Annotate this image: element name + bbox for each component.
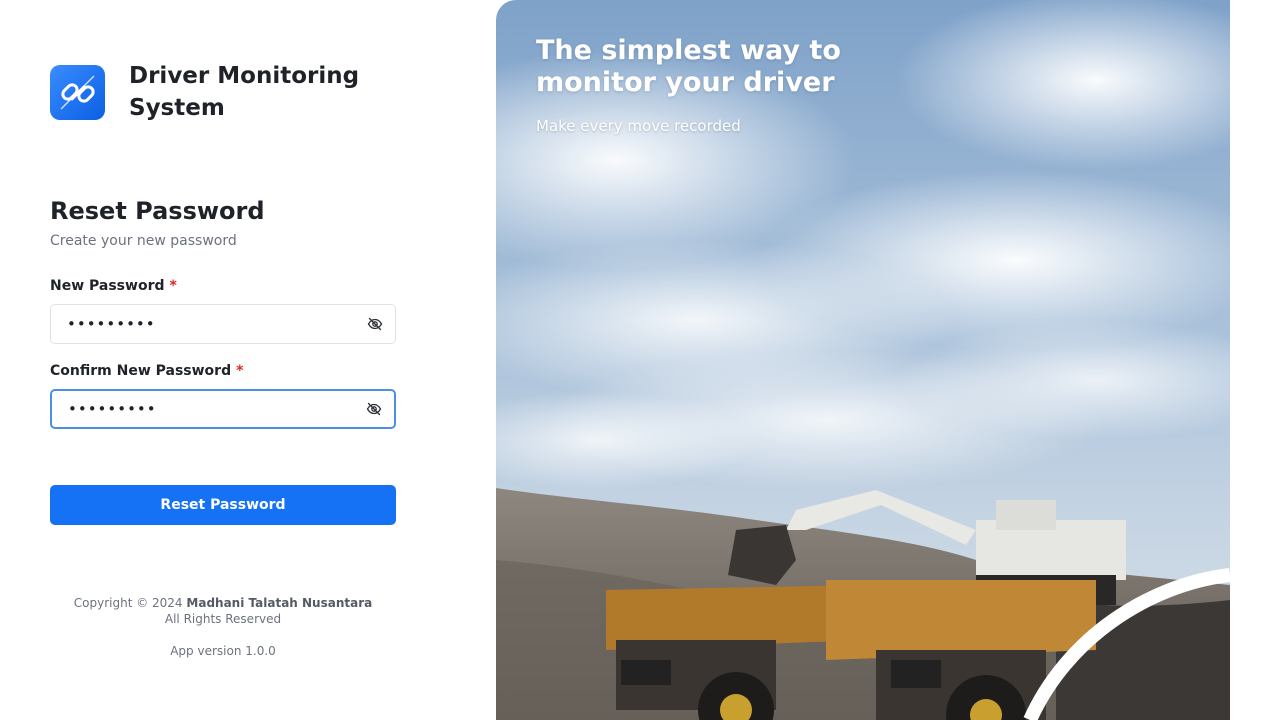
footer: Copyright © 2024 Madhani Talatah Nusanta… [50,595,396,659]
required-mark: * [236,363,244,379]
new-password-input[interactable] [51,305,355,343]
copyright-text: Copyright © 2024 [73,596,183,610]
reset-password-form: Reset Password Create your new password … [50,196,396,525]
app-name: Driver Monitoring System [129,63,360,121]
eye-slash-icon[interactable] [355,305,395,343]
hero-title: The simplest way to monitor your driver [536,35,841,98]
rights-text: All Rights Reserved [164,612,282,626]
company-name: Madhani Talatah Nusantara [186,596,373,610]
hero-text: The simplest way to monitor your driver … [536,35,876,136]
eye-slash-icon[interactable] [354,391,394,427]
chain-link-icon [50,65,105,120]
page-title: Reset Password [50,197,265,225]
new-password-field-wrapper [50,304,396,344]
confirm-password-input[interactable] [52,391,354,427]
hero-image: The simplest way to monitor your driver … [496,0,1230,720]
page-subtitle: Create your new password [50,233,237,249]
new-password-label-text: New Password [50,278,165,294]
reset-password-button[interactable]: Reset Password [50,485,396,525]
hero-subtitle: Make every move recorded [536,117,741,135]
confirm-password-label-text: Confirm New Password [50,363,232,379]
new-password-label: New Password * [50,277,177,295]
required-mark: * [169,278,177,294]
copyright-line: Copyright © 2024 Madhani Talatah Nusanta… [50,595,396,611]
confirm-password-field-wrapper [50,389,396,429]
confirm-password-label: Confirm New Password * [50,362,243,380]
app-version: App version 1.0.0 [170,644,276,658]
brand: Driver Monitoring System [50,63,359,121]
